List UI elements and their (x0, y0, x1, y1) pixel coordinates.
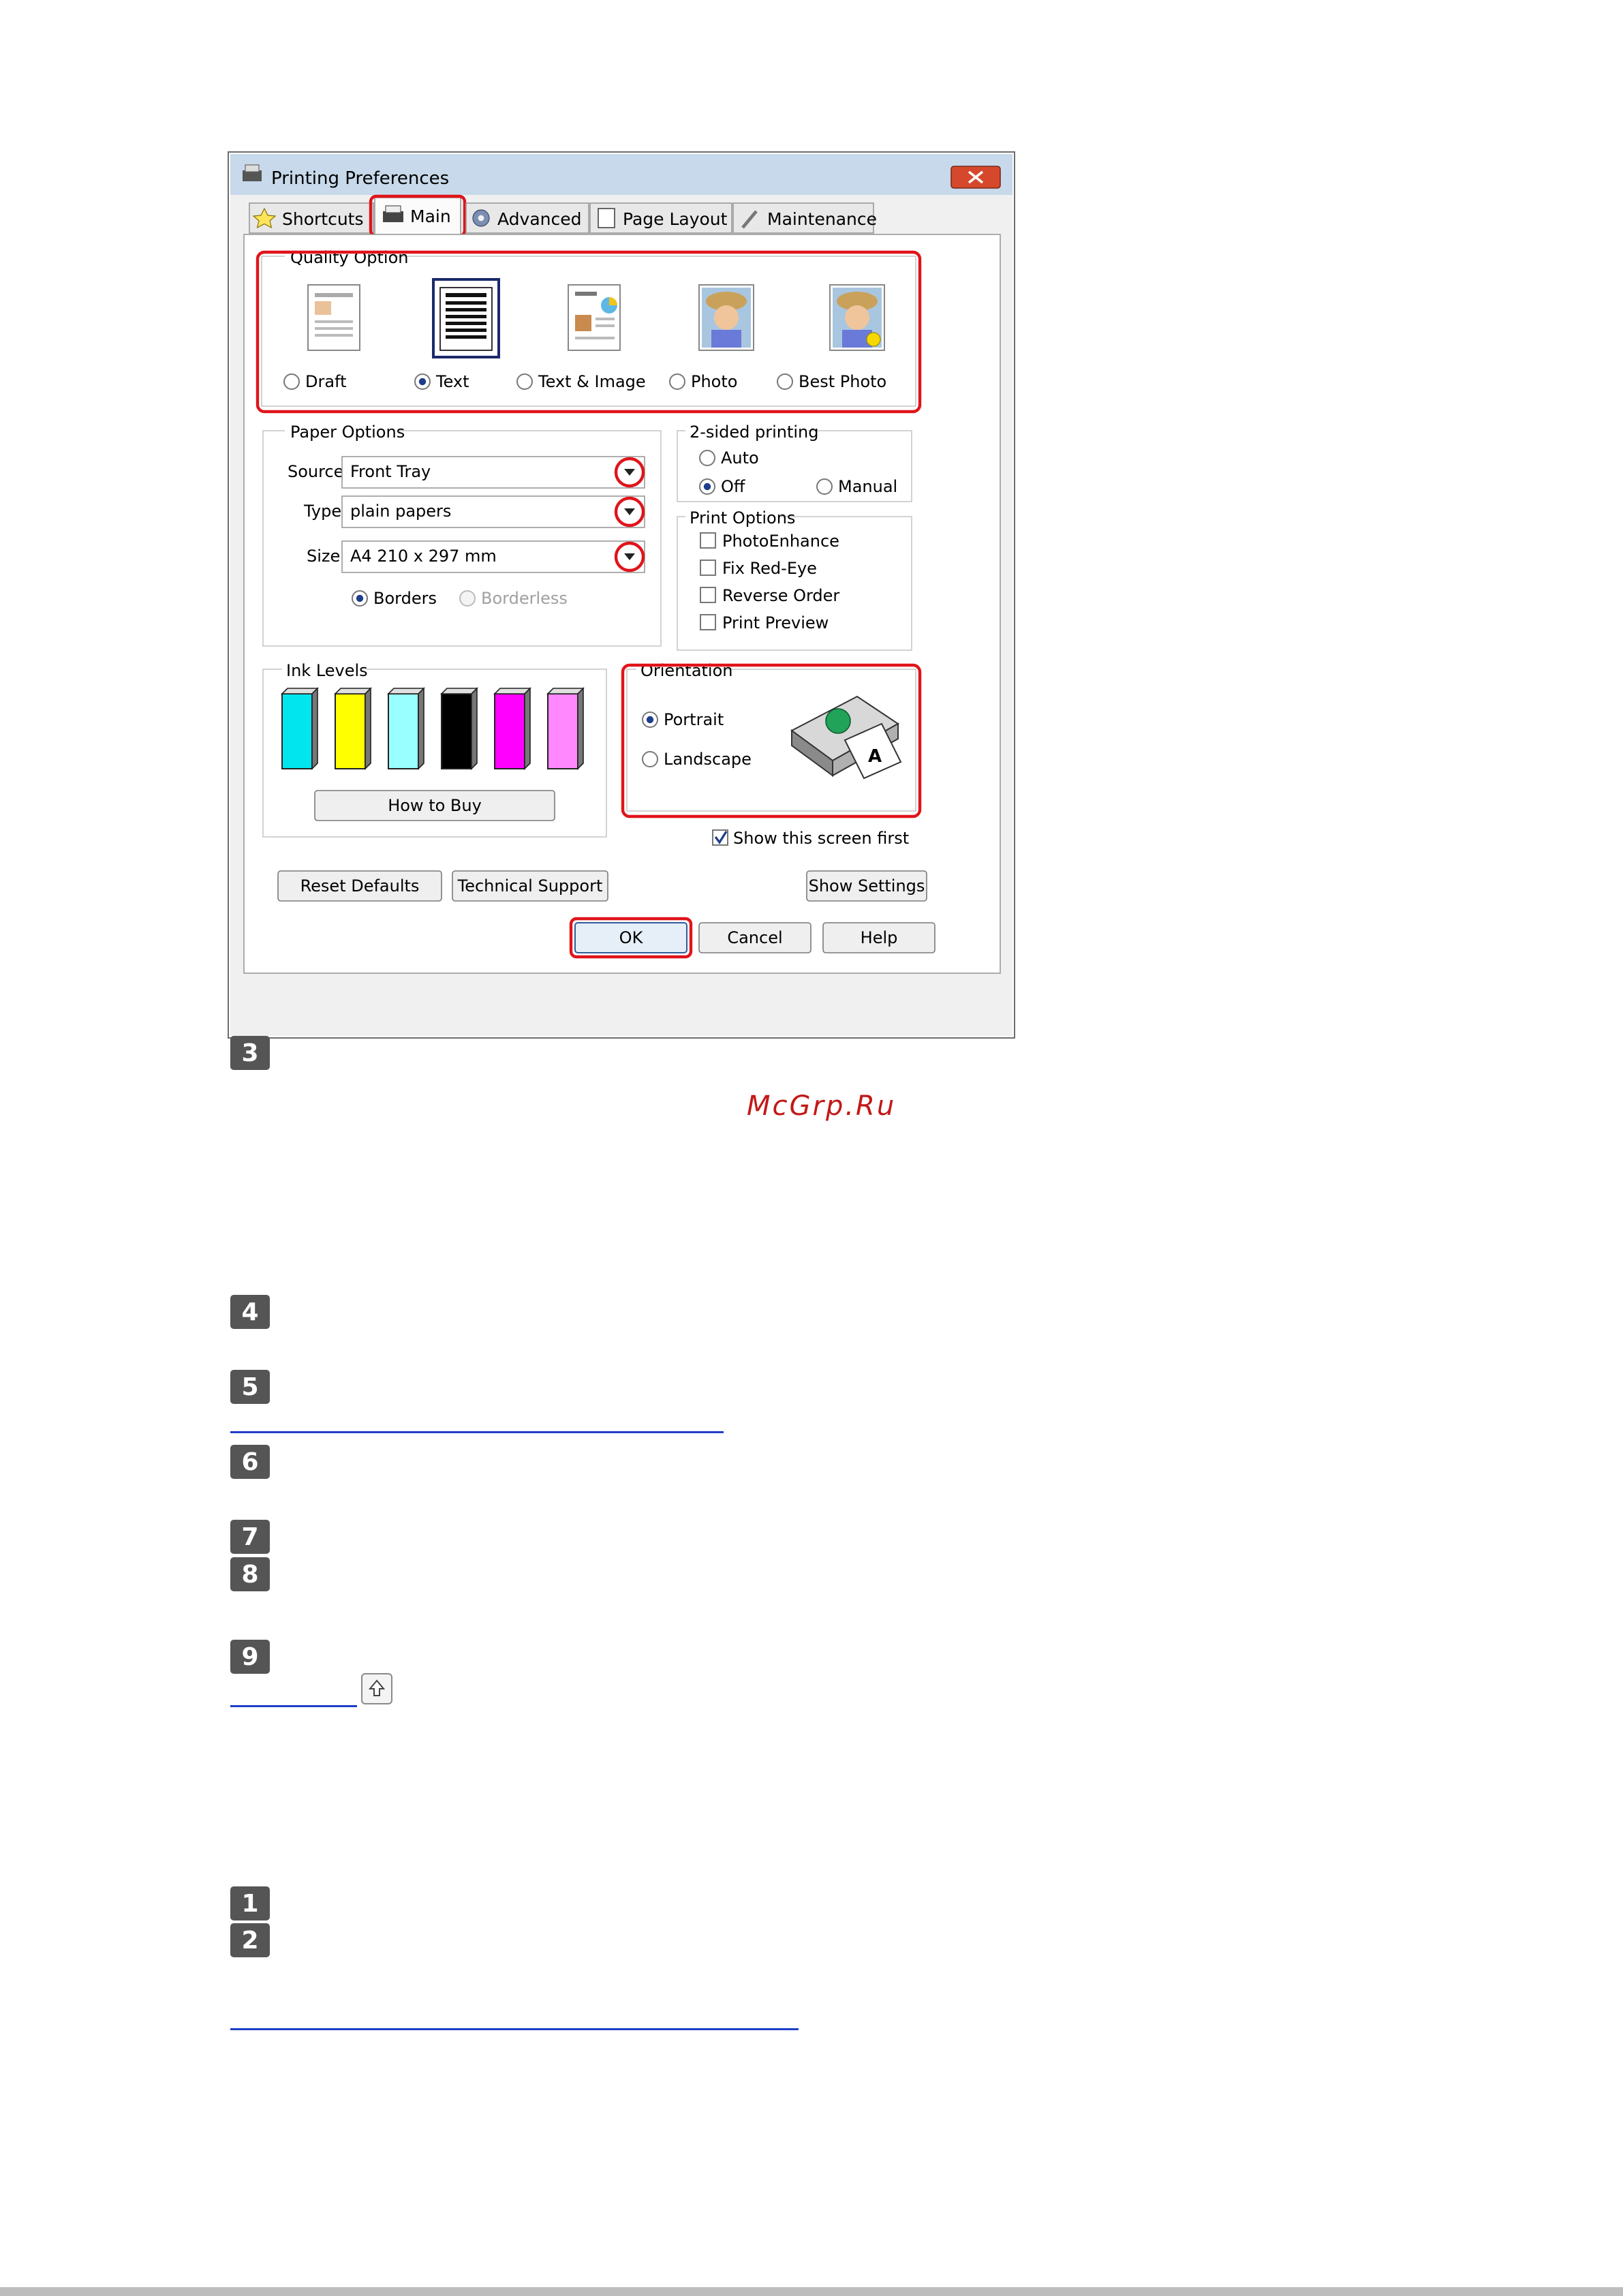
text-image-document-icon (568, 284, 621, 351)
radio-label: Auto (721, 448, 759, 468)
tab-label: Main (410, 206, 451, 226)
source-label: Source (288, 462, 343, 481)
radio-label: Text (435, 372, 469, 391)
select-value: plain papers (350, 502, 451, 521)
radio-label: Portrait (664, 710, 724, 729)
letter-a-glyph: A (868, 746, 882, 767)
button-label: Technical Support (457, 876, 603, 896)
radio-label: Off (721, 477, 745, 496)
group-label: Paper Options (290, 423, 405, 442)
button-label: How to Buy (388, 796, 482, 815)
show-screen-first-checkbox[interactable]: Show this screen first (712, 829, 909, 848)
tab-label: Advanced (497, 209, 582, 229)
ok-button[interactable]: OK (574, 922, 687, 953)
step-badge: 5 (230, 1370, 270, 1404)
radio-label: Manual (838, 477, 897, 496)
text-document-icon (432, 278, 500, 358)
radio-label: Best Photo (799, 372, 886, 391)
printer-tab-icon (383, 205, 403, 222)
select-value: Front Tray (350, 462, 431, 481)
button-label: OK (619, 928, 644, 947)
group-label: 2-sided printing (690, 423, 818, 442)
radio-label: Text & Image (538, 372, 646, 391)
step-badge: 9 (230, 1640, 270, 1674)
source-select[interactable]: Front Tray (341, 456, 645, 489)
help-button[interactable]: Help (822, 922, 936, 953)
arrow-up-icon[interactable] (361, 1673, 392, 1704)
step-badge: 8 (230, 1557, 270, 1591)
button-label: Show Settings (809, 876, 925, 896)
tab-shortcuts[interactable]: Shortcuts (249, 202, 374, 234)
hyperlink-underline[interactable] (230, 1705, 357, 1707)
select-value: A4 210 x 297 mm (350, 547, 497, 566)
ink-cartridge (493, 687, 531, 770)
radio-label: Borders (373, 589, 437, 608)
radio-label: Photo (691, 372, 737, 391)
button-label: Cancel (727, 928, 782, 947)
checkbox-label: Print Preview (722, 613, 829, 632)
step-badge: 1 (230, 1886, 270, 1920)
step-badge: 7 (230, 1520, 270, 1554)
how-to-buy-button[interactable]: How to Buy (314, 790, 555, 821)
group-label: Ink Levels (286, 661, 368, 680)
checkbox-label: Show this screen first (733, 829, 909, 848)
hyperlink-underline[interactable] (230, 1431, 724, 1433)
ink-cartridge (440, 687, 478, 770)
two-sided-off-radio[interactable]: Off (699, 477, 745, 496)
ink-cartridge (387, 687, 425, 770)
checkbox-label: PhotoEnhance (722, 532, 839, 551)
radio-label: Landscape (664, 750, 752, 769)
tab-maintenance[interactable]: Maintenance (732, 202, 877, 234)
page-layout-icon (598, 208, 615, 228)
quality-text-radio[interactable]: Text (414, 372, 469, 391)
button-label: Help (861, 928, 898, 947)
reset-defaults-button[interactable]: Reset Defaults (277, 870, 442, 902)
type-select[interactable]: plain papers (341, 495, 645, 528)
ink-cartridge (281, 687, 319, 770)
group-label: Print Options (690, 508, 795, 527)
size-select[interactable]: A4 210 x 297 mm (341, 540, 645, 573)
quality-draft-radio[interactable]: Draft (283, 372, 347, 391)
step-badge: 6 (230, 1445, 270, 1479)
checkbox-label: Reverse Order (722, 586, 839, 605)
step-badge: 3 (230, 1036, 270, 1070)
size-label: Size (307, 547, 340, 566)
tab-main[interactable]: Main (374, 197, 461, 236)
tab-label: Shortcuts (282, 209, 364, 229)
photo-icon (698, 284, 754, 351)
ink-cartridge (546, 687, 585, 770)
portrait-radio[interactable]: Portrait (642, 710, 724, 729)
tab-page-layout[interactable]: Page Layout (589, 202, 732, 234)
ink-cartridge (334, 687, 372, 770)
checkbox-label: Fix Red-Eye (722, 559, 817, 578)
page-bottom-edge (0, 2287, 1623, 2296)
step-badge: 4 (230, 1295, 270, 1329)
cancel-button[interactable]: Cancel (698, 922, 812, 953)
tab-label: Maintenance (767, 209, 877, 229)
advanced-settings-icon (472, 209, 490, 227)
window-title: Printing Preferences (271, 168, 449, 189)
best-photo-icon (829, 284, 885, 351)
radio-label: Borderless (481, 589, 568, 608)
radio-label: Draft (305, 372, 347, 391)
printing-preferences-screenshot: Printing Preferences Shortcuts Main Adva… (228, 151, 1015, 1039)
step-badge: 2 (230, 1923, 270, 1957)
close-button[interactable] (950, 166, 1001, 189)
tab-label: Page Layout (623, 209, 728, 229)
show-settings-button[interactable]: Show Settings (806, 870, 927, 902)
button-label: Reset Defaults (300, 876, 420, 896)
tab-advanced[interactable]: Advanced (465, 202, 589, 234)
two-sided-auto-radio[interactable]: Auto (699, 448, 759, 468)
printer-icon (243, 164, 262, 181)
hyperlink-underline[interactable] (230, 2028, 799, 2030)
quality-photo-radio[interactable]: Photo (669, 372, 737, 391)
type-label: Type (303, 502, 341, 521)
technical-support-button[interactable]: Technical Support (452, 870, 608, 902)
watermark: McGrp.Ru (747, 1090, 897, 1122)
draft-document-icon (307, 284, 360, 351)
two-sided-manual-radio[interactable]: Manual (816, 477, 897, 496)
